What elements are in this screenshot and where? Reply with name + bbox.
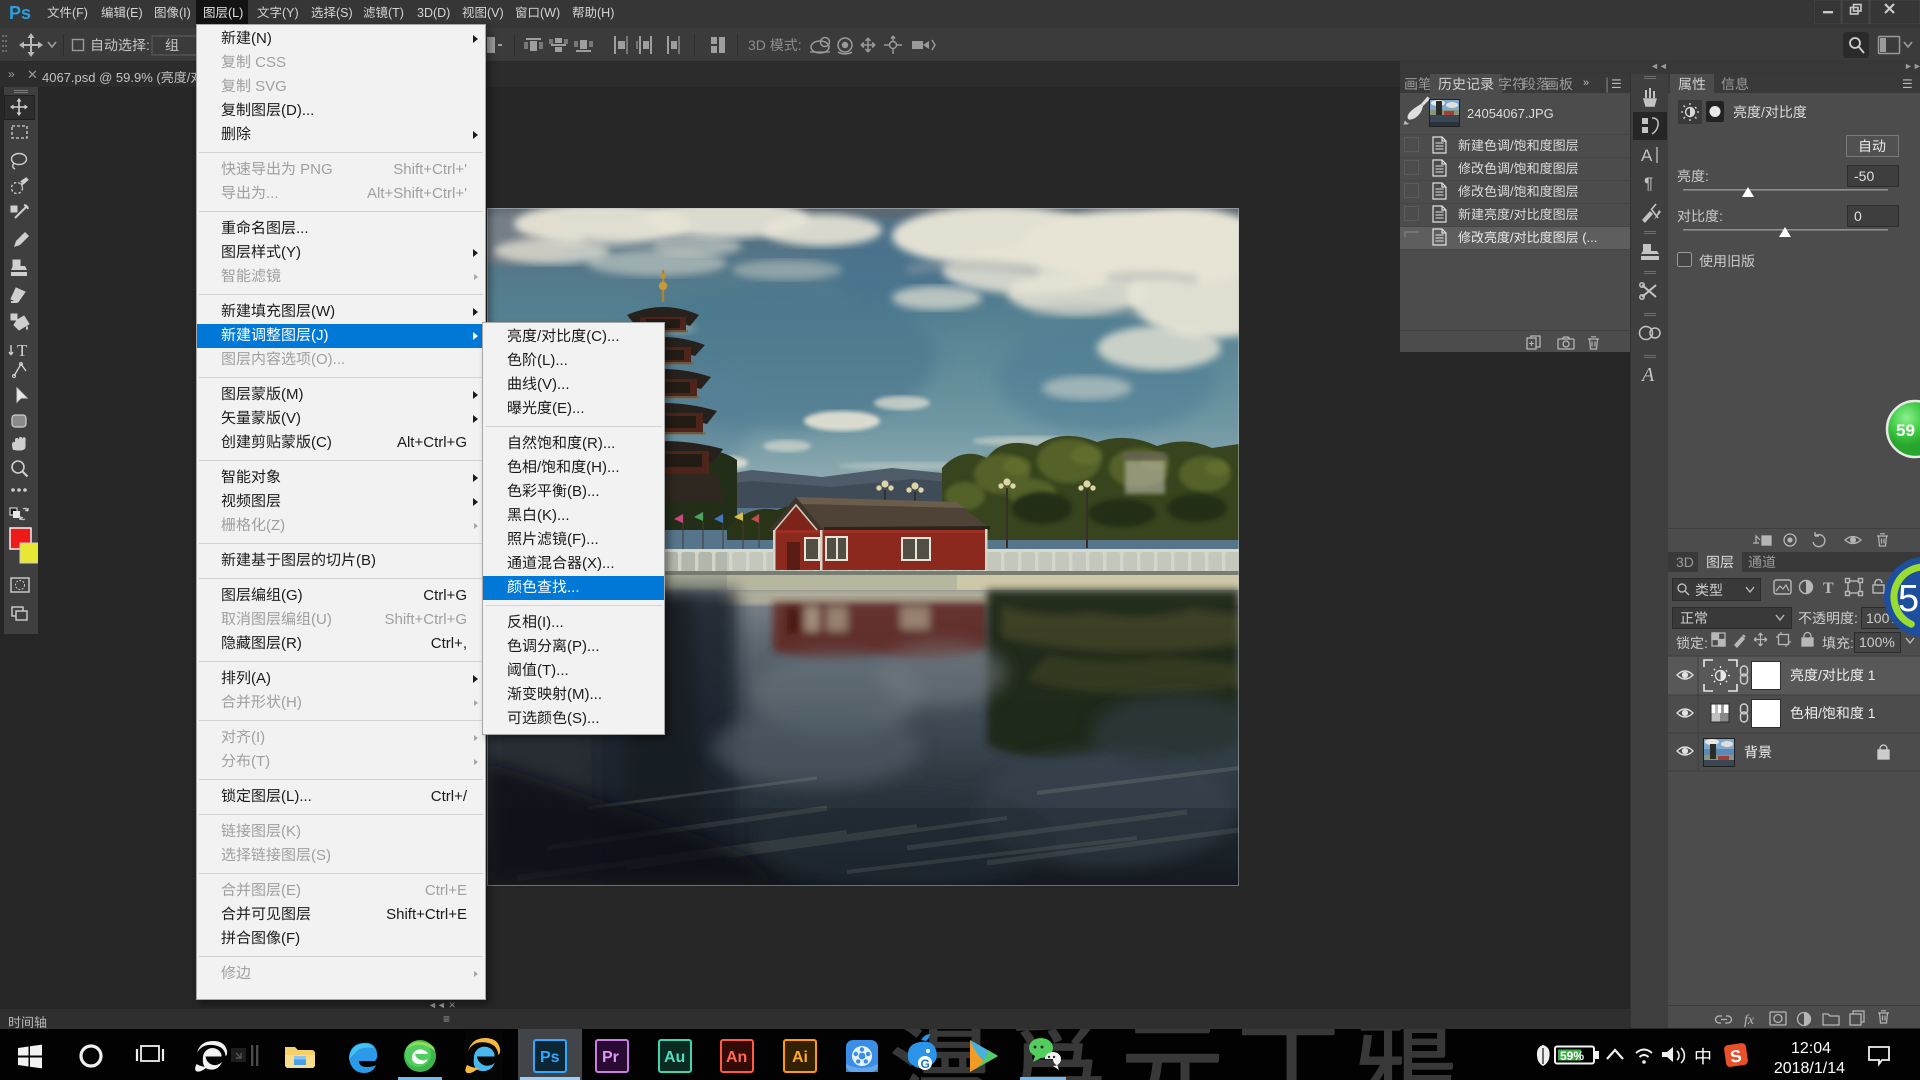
svg-text:3D: 3D: [1676, 554, 1694, 570]
svg-text:填充:: 填充:: [1822, 635, 1854, 651]
svg-text:图层: 图层: [1706, 554, 1734, 570]
svg-text:T: T: [1823, 580, 1834, 597]
svg-text:自动选择:: 自动选择:: [90, 37, 150, 53]
svg-text:G: G: [921, 1057, 930, 1071]
svg-text:新建色调/饱和度图层: 新建色调/饱和度图层: [1458, 138, 1579, 153]
svg-text:An: An: [726, 1049, 747, 1066]
svg-text:亮度:: 亮度:: [1677, 168, 1709, 184]
svg-text:通道: 通道: [1748, 554, 1776, 570]
svg-text:修改亮度/对比度图层 (...: 修改亮度/对比度图层 (...: [1458, 230, 1597, 245]
svg-text:12:04: 12:04: [1791, 1040, 1831, 1057]
svg-text:自动: 自动: [1858, 138, 1886, 154]
svg-text:对比度:: 对比度:: [1677, 208, 1723, 224]
svg-text:修改色调/饱和度图层: 修改色调/饱和度图层: [1458, 184, 1579, 199]
svg-text:3D 模式:: 3D 模式:: [748, 37, 802, 53]
svg-text:2018/1/14: 2018/1/14: [1774, 1060, 1845, 1077]
svg-text:中: 中: [1694, 1047, 1712, 1067]
svg-text:fx: fx: [1744, 1013, 1755, 1028]
svg-text:类型: 类型: [1695, 582, 1723, 598]
svg-text:24054067.JPG: 24054067.JPG: [1467, 106, 1554, 121]
svg-text:Pr: Pr: [602, 1049, 619, 1066]
svg-text:不透明度:: 不透明度:: [1798, 610, 1858, 626]
svg-text:59: 59: [1896, 421, 1915, 440]
svg-text:0: 0: [1854, 208, 1862, 224]
svg-text:59%: 59%: [1560, 1049, 1584, 1063]
svg-text:¶: ¶: [1644, 174, 1653, 193]
svg-text:组: 组: [165, 37, 179, 53]
svg-text:5: 5: [1898, 578, 1919, 620]
svg-text:T: T: [17, 341, 28, 360]
svg-text:亮度/对比度 1: 亮度/对比度 1: [1790, 667, 1876, 683]
svg-text:亮度/对比度: 亮度/对比度: [1733, 104, 1807, 120]
svg-text:Au: Au: [664, 1049, 685, 1066]
svg-text:背景: 背景: [1744, 744, 1772, 760]
svg-text:修改色调/饱和度图层: 修改色调/饱和度图层: [1458, 161, 1579, 176]
svg-text:-50: -50: [1854, 168, 1874, 184]
svg-text:Ai: Ai: [792, 1049, 808, 1066]
svg-text:A: A: [1640, 364, 1655, 386]
svg-text:新建亮度/对比度图层: 新建亮度/对比度图层: [1458, 207, 1579, 222]
svg-text:Ps: Ps: [540, 1049, 560, 1066]
svg-text:色相/饱和度 1: 色相/饱和度 1: [1790, 705, 1876, 721]
svg-text:锁定:: 锁定:: [1676, 635, 1708, 651]
svg-text:正常: 正常: [1680, 610, 1708, 626]
svg-text:A: A: [1641, 146, 1653, 165]
svg-text:使用旧版: 使用旧版: [1699, 253, 1755, 269]
